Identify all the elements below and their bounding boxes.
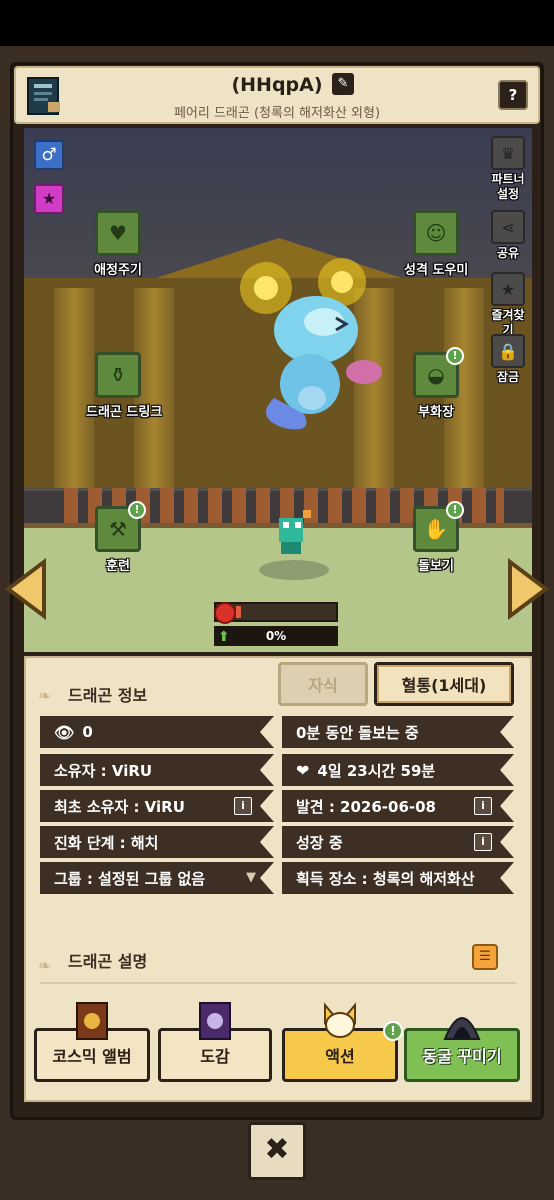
favorite-button[interactable]: ★ 즐겨찾기 bbox=[488, 272, 528, 338]
care-status-row: 0분 동안 돌보는 중 bbox=[282, 716, 514, 748]
action-training-label: 훈련 bbox=[106, 559, 130, 574]
dex-button[interactable]: 도감 bbox=[158, 1002, 272, 1082]
status-bar bbox=[0, 0, 554, 46]
growing-row: 성장 중 i bbox=[282, 826, 514, 858]
decoration-icon: ❧ bbox=[38, 956, 52, 975]
album-book-icon bbox=[76, 1002, 108, 1040]
cave-decorate-button[interactable]: 동굴 꾸미기 bbox=[404, 1017, 520, 1082]
first-owner-row: 최초 소유자 : ViRU i bbox=[40, 790, 274, 822]
crown-icon: ♛ bbox=[491, 136, 525, 170]
action-dragon-drink[interactable]: ⚱ 드래곤 드링크 bbox=[86, 352, 163, 420]
cosmic-album-label: 코스믹 앨범 bbox=[52, 1047, 132, 1066]
share-button[interactable]: ⋖ 공유 bbox=[488, 210, 528, 261]
info-icon[interactable]: i bbox=[234, 797, 252, 815]
star-icon-button[interactable]: ★ bbox=[34, 184, 64, 214]
decoration-icon: ❧ bbox=[38, 686, 52, 705]
care-status-text: 0분 동안 돌보는 중 bbox=[296, 723, 419, 742]
dragon-name: (HHqpA) bbox=[231, 74, 323, 96]
evolution-text: 진화 단계 : 해치 bbox=[54, 833, 159, 852]
next-dragon-arrow-icon[interactable] bbox=[506, 558, 550, 620]
lock-button[interactable]: 🔒 잠금 bbox=[488, 334, 528, 385]
group-text: 그룹 : 설정된 그룹 없음 bbox=[54, 869, 206, 888]
dumbbell-icon: ⚒ ! bbox=[95, 501, 146, 552]
chevron-down-icon: ▼ bbox=[246, 870, 256, 885]
dragon-species: 페어리 드래곤 (청록의 해저화산 외형) bbox=[173, 106, 381, 121]
alert-badge: ! bbox=[446, 347, 464, 365]
evolution-row: 진화 단계 : 해치 bbox=[40, 826, 274, 858]
owner-text: 소유자 : ViRU bbox=[54, 761, 153, 780]
views-row: 👁 0 bbox=[40, 716, 274, 748]
close-button[interactable]: ✖ bbox=[248, 1122, 306, 1180]
gender-male-button[interactable]: ♂ bbox=[34, 140, 64, 170]
cosmic-album-button[interactable]: 코스믹 앨범 bbox=[34, 1002, 150, 1082]
nest-icon: ◒ ! bbox=[413, 347, 464, 398]
action-hatchery-label: 부화장 bbox=[418, 405, 454, 420]
bottle-icon: ⚱ bbox=[95, 352, 141, 398]
dragon-info-title: 드래곤 정보 bbox=[68, 686, 148, 705]
hand-icon: ✋ ! bbox=[413, 501, 464, 552]
action-personality-label: 성격 도우미 bbox=[404, 263, 469, 278]
action-affection[interactable]: ♥ 애정주기 bbox=[86, 210, 150, 278]
action-personality-helper[interactable]: ☺ 성격 도우미 bbox=[404, 210, 468, 278]
smile-icon: ☺ bbox=[413, 210, 459, 256]
owner-row: 소유자 : ViRU bbox=[40, 754, 274, 786]
mood-bar-fill bbox=[236, 606, 241, 618]
growth-bar: ⬆ 0% bbox=[214, 626, 338, 646]
partner-setting-button[interactable]: ♛ 파트너 설정 bbox=[488, 136, 528, 202]
cave-icon bbox=[443, 1017, 481, 1040]
found-date-text: 발견 : 2026-06-08 bbox=[296, 797, 436, 816]
edit-name-button[interactable]: ✎ bbox=[332, 73, 354, 95]
info-icon[interactable]: i bbox=[474, 833, 492, 851]
alert-badge: ! bbox=[446, 501, 464, 519]
book-icon bbox=[199, 1002, 231, 1040]
time-left-row: ❤ 4일 23시간 59분 bbox=[282, 754, 514, 786]
action-label: 액션 bbox=[325, 1047, 355, 1066]
group-row[interactable]: 그룹 : 설정된 그룹 없음 ▼ bbox=[40, 862, 274, 894]
dragon-description-title: 드래곤 설명 bbox=[68, 952, 148, 971]
action-dragon-drink-label: 드래곤 드링크 bbox=[86, 405, 163, 420]
action-care[interactable]: ✋ ! 돌보기 bbox=[404, 501, 468, 574]
fairy-dragon-portrait bbox=[240, 258, 382, 430]
tab-offspring[interactable]: 자식 bbox=[278, 662, 368, 706]
eye-icon: 👁 bbox=[54, 722, 75, 742]
action-care-label: 돌보기 bbox=[418, 559, 454, 574]
angry-face-icon bbox=[214, 602, 236, 624]
action-hatchery[interactable]: ◒ ! 부화장 bbox=[404, 347, 468, 420]
cat-face-icon bbox=[324, 1002, 356, 1038]
heart-icon: ♥ bbox=[95, 210, 141, 256]
lock-label: 잠금 bbox=[496, 370, 520, 384]
hatchling-sprite[interactable] bbox=[269, 508, 315, 558]
divider bbox=[40, 982, 516, 984]
found-date-row: 발견 : 2026-06-08 i bbox=[282, 790, 514, 822]
time-left-text: 4일 23시간 59분 bbox=[317, 761, 436, 780]
first-owner-text: 최초 소유자 : ViRU bbox=[54, 797, 185, 816]
acquired-place-row: 획득 장소 : 청록의 해저화산 bbox=[282, 862, 514, 894]
lock-icon: 🔒 bbox=[491, 334, 525, 368]
dragon-header: (HHqpA) ✎ 페어리 드래곤 (청록의 해저화산 외형) ? bbox=[14, 66, 540, 124]
growth-percent: 0% bbox=[265, 629, 287, 643]
share-label: 공유 bbox=[496, 246, 520, 260]
info-icon[interactable]: i bbox=[474, 797, 492, 815]
tab-lineage[interactable]: 혈통(1세대) bbox=[374, 662, 514, 706]
dragon-shadow bbox=[259, 560, 329, 580]
alert-badge: ! bbox=[128, 501, 146, 519]
heart-icon: ❤ bbox=[296, 760, 310, 780]
star-icon: ★ bbox=[491, 272, 525, 306]
cave-decorate-label: 동굴 꾸미기 bbox=[422, 1047, 502, 1066]
mood-bar bbox=[214, 602, 338, 624]
action-button[interactable]: 액션 ! bbox=[282, 1002, 403, 1082]
clipboard-icon[interactable]: ☰ bbox=[472, 944, 498, 970]
growing-text: 성장 중 bbox=[296, 833, 343, 852]
dex-label: 도감 bbox=[200, 1047, 230, 1066]
partner-setting-label: 파트너 설정 bbox=[491, 172, 525, 201]
views-count: 0 bbox=[82, 723, 93, 741]
previous-dragon-arrow-icon[interactable] bbox=[4, 558, 48, 620]
help-button[interactable]: ? bbox=[498, 80, 528, 110]
acquired-place-text: 획득 장소 : 청록의 해저화산 bbox=[296, 869, 475, 888]
alert-badge: ! bbox=[383, 1021, 403, 1041]
action-training[interactable]: ⚒ ! 훈련 bbox=[86, 501, 150, 574]
action-affection-label: 애정주기 bbox=[94, 263, 142, 278]
share-icon: ⋖ bbox=[491, 210, 525, 244]
